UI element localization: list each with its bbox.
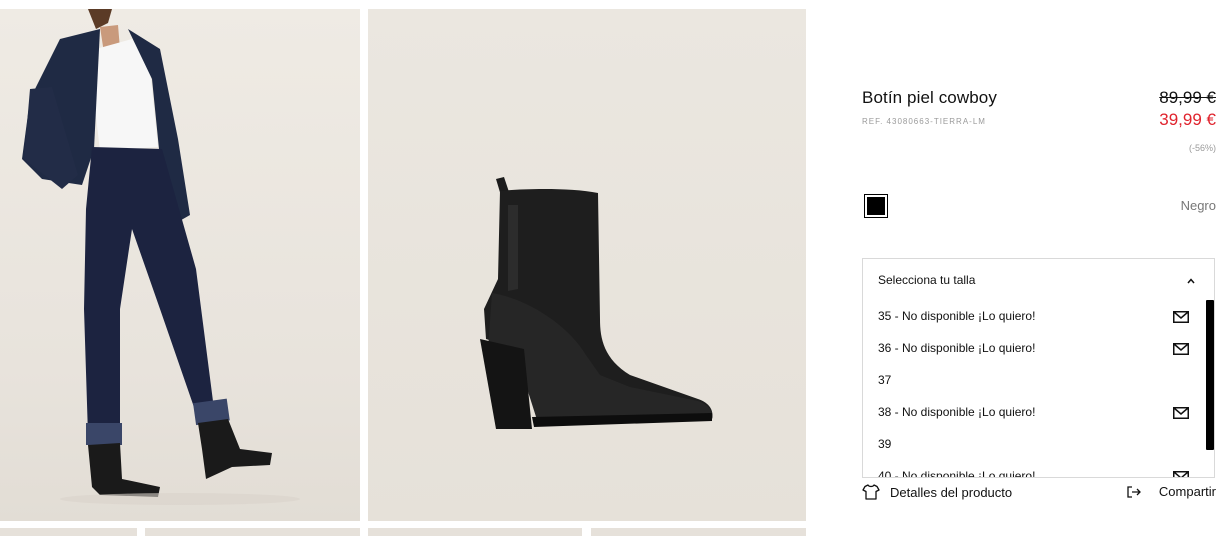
sale-price: 39,99 €: [1159, 110, 1216, 129]
thumbnail[interactable]: [0, 528, 137, 536]
size-option[interactable]: 37: [863, 365, 1214, 397]
size-option-label: 37: [878, 373, 892, 387]
size-option-label: 40 - No disponible ¡Lo quiero!: [878, 469, 1036, 478]
boot-illustration: [480, 177, 713, 429]
thumbnail[interactable]: [145, 528, 360, 536]
size-option-label: 35 - No disponible ¡Lo quiero!: [878, 309, 1036, 323]
product-details-label: Detalles del producto: [890, 484, 1013, 500]
size-list-scrollbar[interactable]: [1206, 300, 1214, 450]
thumbnail[interactable]: [368, 528, 582, 536]
share-label: Compartir: [1158, 484, 1216, 499]
original-price: 89,99 €: [1159, 88, 1216, 107]
size-option-label: 39: [878, 437, 892, 451]
product-title: Botín piel cowboy: [862, 88, 997, 107]
share-link[interactable]: Compartir: [1127, 484, 1216, 499]
product-details-link[interactable]: Detalles del producto: [862, 484, 1012, 500]
size-option[interactable]: 36 - No disponible ¡Lo quiero!: [863, 333, 1214, 365]
mail-icon[interactable]: [1173, 407, 1189, 419]
selected-color-name: Negro: [1180, 198, 1216, 213]
size-option[interactable]: 40 - No disponible ¡Lo quiero!: [863, 461, 1214, 478]
size-option[interactable]: 38 - No disponible ¡Lo quiero!: [863, 397, 1214, 429]
chevron-up-icon[interactable]: [1187, 277, 1195, 285]
mail-icon[interactable]: [1173, 343, 1189, 355]
product-actions: Detalles del producto Compartir: [862, 484, 1216, 504]
mail-icon[interactable]: [1173, 311, 1189, 323]
size-option-label: 38 - No disponible ¡Lo quiero!: [878, 405, 1036, 419]
product-info: Botín piel cowboy REF. 43080663-TIERRA-L…: [862, 0, 1216, 536]
size-option-label: 36 - No disponible ¡Lo quiero!: [878, 341, 1036, 355]
thumbnail[interactable]: [591, 528, 806, 536]
size-selector[interactable]: Selecciona tu talla 35 - No disponible ¡…: [862, 258, 1215, 478]
size-option[interactable]: 39: [863, 429, 1214, 461]
tshirt-icon: [862, 484, 880, 500]
mail-icon[interactable]: [1173, 471, 1189, 478]
model-illustration: [22, 9, 300, 505]
discount-badge: (-56%): [1188, 143, 1216, 153]
share-icon: [1127, 485, 1141, 498]
size-option[interactable]: 35 - No disponible ¡Lo quiero!: [863, 301, 1214, 333]
size-list: 35 - No disponible ¡Lo quiero! 36 - No d…: [863, 301, 1214, 478]
color-swatch-black[interactable]: [864, 194, 888, 218]
product-reference: REF. 43080663-TIERRA-LM: [862, 117, 986, 126]
size-selector-header[interactable]: Selecciona tu talla: [878, 273, 975, 287]
product-gallery: [0, 0, 806, 536]
boot-photo[interactable]: [368, 9, 806, 521]
color-swatch-fill: [867, 197, 885, 215]
model-photo[interactable]: [0, 9, 360, 521]
